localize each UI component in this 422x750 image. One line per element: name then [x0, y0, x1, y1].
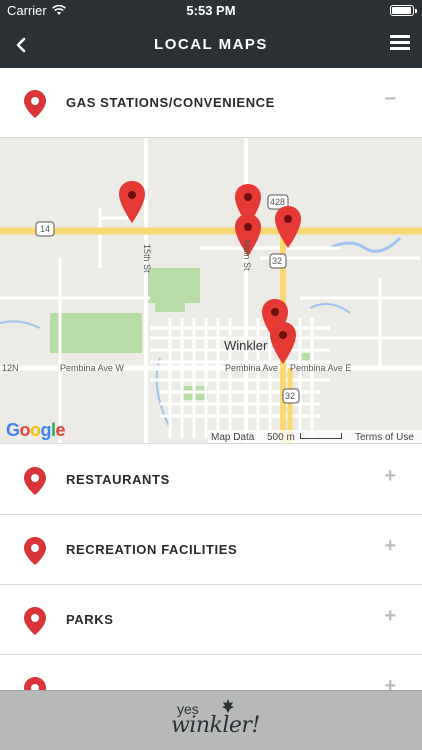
page-title: LOCAL MAPS [154, 36, 268, 53]
scale-label: 500 m [267, 432, 295, 443]
street-15th-label: 15th St [142, 244, 152, 273]
clock: 5:53 PM [186, 3, 236, 18]
hwy14-shield: 14 [40, 224, 51, 234]
section-parks[interactable]: PARKS + [0, 585, 422, 655]
hamburger-menu-icon[interactable] [390, 35, 410, 55]
expand-icon[interactable]: + [384, 465, 396, 488]
battery-icon [390, 5, 417, 16]
map-canvas [0, 138, 422, 443]
location-pin-icon [24, 607, 46, 635]
pembina-label: Pembina Ave [225, 363, 278, 373]
section-label: GAS STATIONS/CONVENIENCE [66, 95, 275, 110]
yes-winkler-logo[interactable]: yes winkler! [163, 699, 263, 743]
map-data-link[interactable]: Map Data [211, 432, 254, 443]
section-recreation-facilities[interactable]: RECREATION FACILITIES + [0, 515, 422, 585]
footer-bar: yes winkler! [0, 690, 422, 750]
status-bar: Carrier 5:53 PM [0, 0, 422, 22]
map-pin [275, 206, 301, 248]
google-logo: Google [6, 420, 66, 440]
map-attribution: Map Data 500 m Terms of Use [208, 430, 422, 443]
location-pin-icon [24, 537, 46, 565]
town-label: Winkler [224, 338, 268, 353]
section-label: PARKS [66, 612, 114, 627]
section-label: RESTAURANTS [66, 472, 170, 487]
location-pin-icon [24, 467, 46, 495]
map-pin [270, 322, 296, 364]
road-12n-label: 12N [2, 363, 19, 373]
pembina-w-label: Pembina Ave W [60, 363, 124, 373]
hwy32-north-shield: 32 [272, 256, 283, 266]
map-view[interactable]: 14 428 32 32 15th St Main St Winkler Pem… [0, 138, 422, 444]
location-pin-icon [24, 90, 46, 118]
collapse-icon[interactable]: − [384, 88, 396, 111]
hwy428-shield: 428 [270, 197, 286, 207]
scale-bar [300, 433, 342, 439]
terms-of-use-link[interactable]: Terms of Use [355, 432, 414, 443]
expand-icon[interactable]: + [384, 605, 396, 628]
section-restaurants[interactable]: RESTAURANTS + [0, 445, 422, 515]
maple-leaf-icon [222, 699, 234, 713]
nav-bar: LOCAL MAPS [0, 22, 422, 68]
pembina-e-label: Pembina Ave E [290, 363, 352, 373]
section-label: RECREATION FACILITIES [66, 542, 238, 557]
expand-icon[interactable]: + [384, 535, 396, 558]
section-gas-stations[interactable]: GAS STATIONS/CONVENIENCE − [0, 68, 422, 138]
hwy32-south-shield: 32 [285, 391, 296, 401]
street-main-label: Main St [242, 240, 252, 271]
